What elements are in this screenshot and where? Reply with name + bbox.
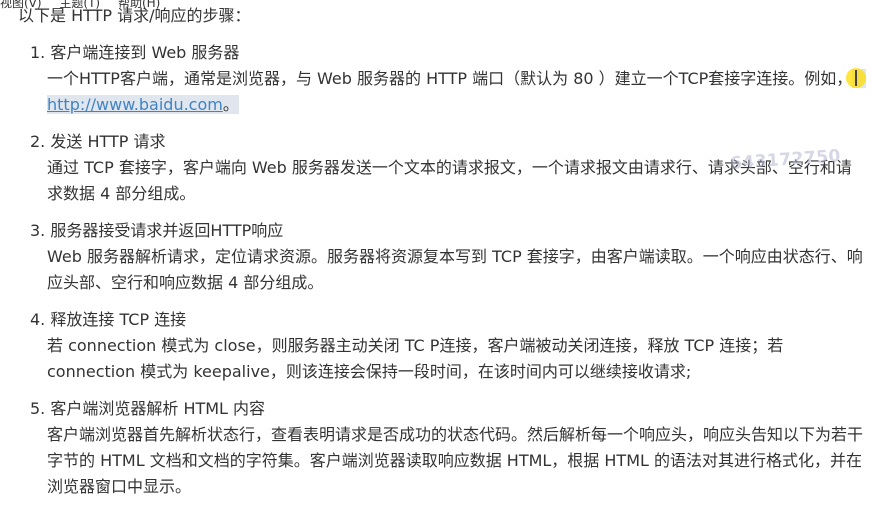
step-body-suffix: 。 (222, 95, 239, 114)
step-title: 4. 释放连接 TCP 连接 (30, 310, 187, 329)
step-body-text: 一个HTTP客户端，通常是浏览器，与 Web 服务器的 HTTP 端口（默认为 … (47, 69, 853, 88)
step-title: 1. 客户端连接到 Web 服务器 (30, 43, 240, 62)
baidu-link[interactable]: http://www.baidu.com (47, 95, 223, 114)
intro-text: 以下是 HTTP 请求/响应的步骤： (18, 6, 251, 25)
steps-list: 1. 客户端连接到 Web 服务器 一个HTTP客户端，通常是浏览器，与 Web… (30, 40, 867, 511)
list-item: 5. 客户端浏览器解析 HTML 内容 客户端浏览器首先解析状态行，查看表明请求… (30, 396, 863, 500)
step-title: 5. 客户端浏览器解析 HTML 内容 (30, 399, 266, 418)
list-item: 4. 释放连接 TCP 连接 若 connection 模式为 close，则服… (30, 307, 860, 385)
cursor-highlight-icon (846, 68, 867, 88)
step-body: Web 服务器解析请求，定位请求资源。服务器将资源复本写到 TCP 套接字，由客… (47, 247, 863, 292)
step-title: 2. 发送 HTTP 请求 (30, 132, 166, 151)
step-body: 一个HTTP客户端，通常是浏览器，与 Web 服务器的 HTTP 端口（默认为 … (47, 66, 867, 118)
step-title: 3. 服务器接受请求并返回HTTP响应 (30, 221, 284, 240)
step-body: 客户端浏览器首先解析状态行，查看表明请求是否成功的状态代码。然后解析每一个响应头… (47, 425, 864, 496)
step-body: 若 connection 模式为 close，则服务器主动关闭 TC P连接，客… (47, 336, 784, 381)
list-item: 3. 服务器接受请求并返回HTTP响应 Web 服务器解析请求，定位请求资源。服… (30, 218, 863, 296)
list-item: 1. 客户端连接到 Web 服务器 一个HTTP客户端，通常是浏览器，与 Web… (30, 40, 867, 118)
